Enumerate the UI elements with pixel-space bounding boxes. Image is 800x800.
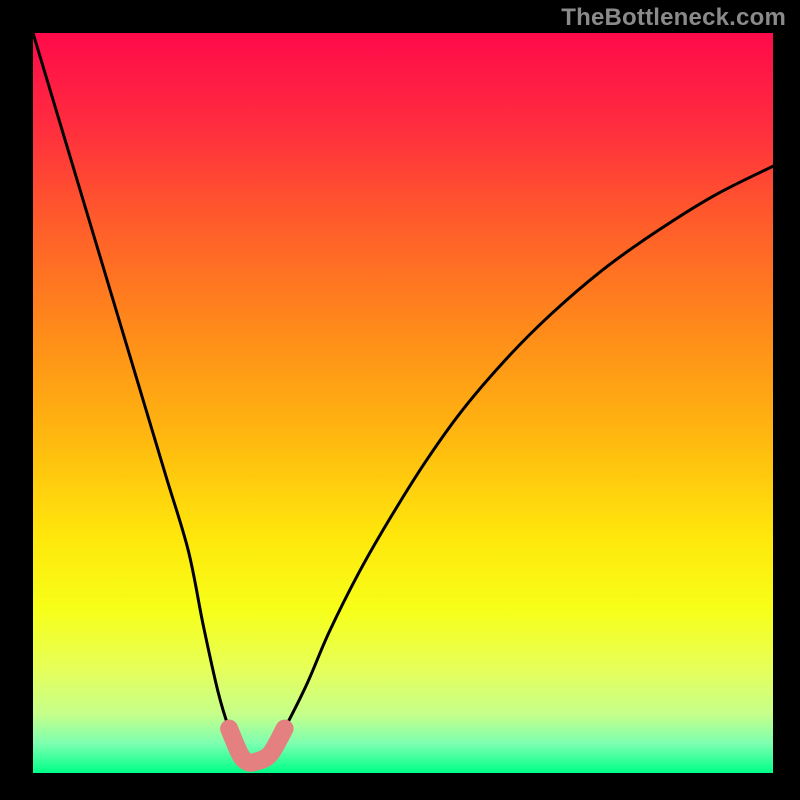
chart-root: TheBottleneck.com [0,0,800,800]
valley-marker [246,753,263,770]
valley-marker [220,720,237,737]
watermark-text: TheBottleneck.com [561,4,786,32]
valley-marker [261,746,278,763]
bottleneck-chart [33,33,773,773]
valley-marker [276,720,293,737]
